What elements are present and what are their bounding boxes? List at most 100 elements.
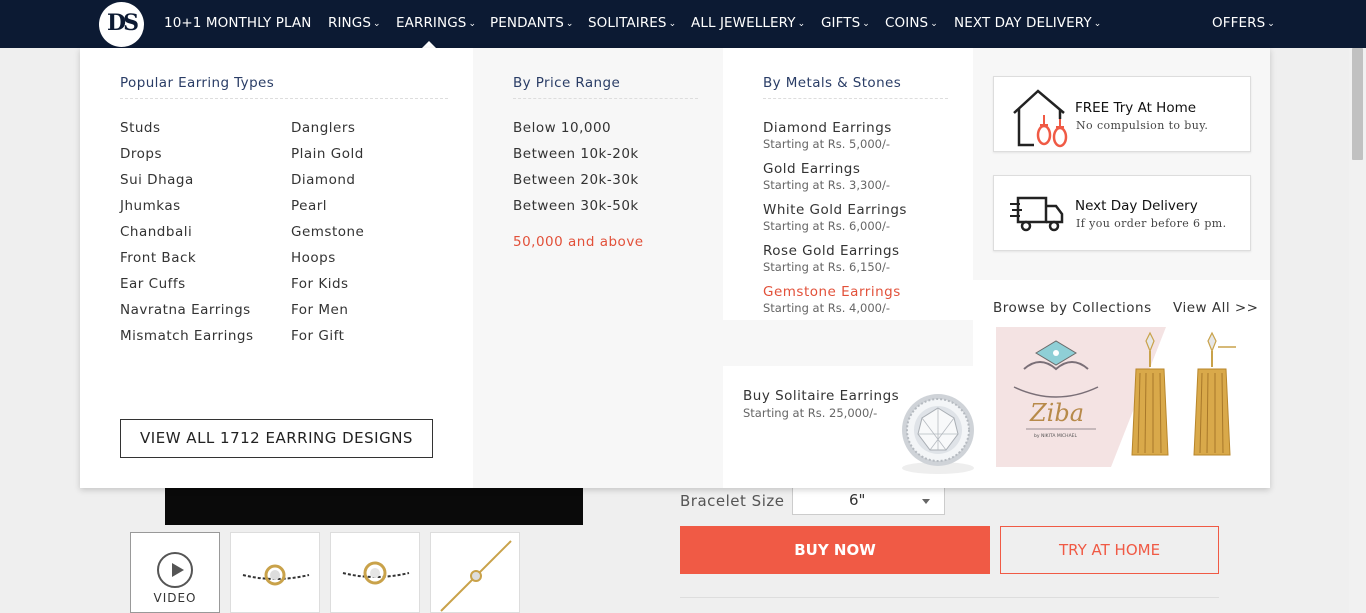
ziba-collection-banner[interactable]: Ziba by NIKITA MICHAEL (996, 327, 1246, 467)
brand-logo[interactable]: DS (99, 2, 144, 47)
earring-type-link[interactable]: Danglers (291, 120, 355, 136)
metal-link[interactable]: Diamond Earrings (763, 120, 892, 136)
earring-type-link[interactable]: Gemstone (291, 224, 364, 240)
nav-label: 10+1 MONTHLY PLAN (164, 15, 312, 31)
product-thumbnail-2[interactable] (330, 532, 420, 613)
divider (680, 597, 1219, 598)
solitaire-gap-bg (723, 320, 973, 366)
collections-view-all-link[interactable]: View All >> (1173, 300, 1258, 316)
earring-type-link[interactable]: For Kids (291, 276, 349, 292)
product-video-area[interactable] (165, 488, 583, 525)
logo-text: DS (107, 10, 139, 36)
nav-monthly-plan[interactable]: 10+1 MONTHLY PLAN (164, 15, 311, 31)
metal-link[interactable]: White Gold Earrings (763, 202, 907, 218)
earring-type-link[interactable]: Diamond (291, 172, 355, 188)
earring-type-link[interactable]: Plain Gold (291, 146, 364, 162)
nav-label: PENDANTS (490, 15, 564, 31)
jhumka-earring-right (1193, 331, 1236, 456)
nav-label: EARRINGS (396, 15, 467, 31)
nav-gifts[interactable]: GIFTS ⌄ (821, 15, 870, 31)
nav-label: NEXT DAY DELIVERY (954, 15, 1092, 31)
price-column-bg (473, 48, 723, 488)
nav-pendants[interactable]: PENDANTS ⌄ (490, 15, 574, 31)
free-try-at-home-card[interactable]: FREE Try At Home No compulsion to buy. (993, 76, 1251, 152)
try-at-home-button[interactable]: TRY AT HOME (1000, 526, 1219, 574)
earring-type-link[interactable]: Studs (120, 120, 161, 136)
product-thumbnail-3[interactable] (430, 532, 520, 613)
chevron-down-icon: ⌄ (862, 19, 870, 29)
earring-type-link[interactable]: Ear Cuffs (120, 276, 186, 292)
bracelet-image (242, 564, 310, 586)
earring-type-link[interactable]: Hoops (291, 250, 336, 266)
metals-stones-heading: By Metals & Stones (763, 75, 902, 91)
chevron-down-icon: ⌄ (565, 19, 574, 29)
metal-link[interactable]: Rose Gold Earrings (763, 243, 900, 259)
chevron-down-icon (922, 499, 930, 504)
chevron-down-icon: ⌄ (1093, 19, 1102, 29)
metal-starting-price: Starting at Rs. 6,150/- (763, 260, 890, 274)
nav-label: COINS (885, 15, 929, 31)
earring-type-link[interactable]: Pearl (291, 198, 327, 214)
earring-type-link[interactable]: Mismatch Earrings (120, 328, 254, 344)
chevron-down-icon: ⌄ (930, 19, 938, 29)
earring-type-link[interactable]: Front Back (120, 250, 196, 266)
feature-title: FREE Try At Home (1075, 100, 1197, 116)
solitaire-title: Buy Solitaire Earrings (743, 388, 900, 404)
price-range-link[interactable]: Between 10k-20k (513, 146, 639, 162)
metal-starting-price: Starting at Rs. 4,000/- (763, 301, 890, 315)
nav-label: RINGS (328, 15, 371, 31)
feature-title: Next Day Delivery (1075, 198, 1198, 214)
bracelet-size-label: Bracelet Size (680, 492, 785, 510)
earring-type-link[interactable]: For Men (291, 302, 348, 318)
earring-type-link[interactable]: Navratna Earrings (120, 302, 251, 318)
video-thumbnail[interactable]: VIDEO (130, 532, 220, 613)
bracelet-image (342, 561, 410, 585)
earring-type-link[interactable]: Chandbali (120, 224, 192, 240)
earring-type-link[interactable]: Jhumkas (120, 198, 181, 214)
price-range-heading: By Price Range (513, 75, 621, 91)
buy-now-button[interactable]: BUY NOW (680, 526, 990, 574)
view-all-earrings-button[interactable]: VIEW ALL 1712 EARRING DESIGNS (120, 419, 433, 458)
price-range-link[interactable]: Between 30k-50k (513, 198, 639, 214)
nav-solitaires[interactable]: SOLITAIRES ⌄ (588, 15, 676, 31)
nav-label: OFFERS (1212, 15, 1266, 31)
price-range-link[interactable]: Below 10,000 (513, 120, 611, 136)
nav-label: SOLITAIRES (588, 15, 667, 31)
nav-rings[interactable]: RINGS ⌄ (328, 15, 381, 31)
price-range-link-highlighted[interactable]: 50,000 and above (513, 234, 644, 250)
chevron-down-icon: ⌄ (797, 19, 806, 29)
feature-subtitle: No compulsion to buy. (1076, 119, 1209, 132)
chevron-down-icon: ⌄ (468, 19, 477, 29)
nav-offers[interactable]: OFFERS ⌄ (1212, 15, 1275, 31)
page-scrollbar[interactable] (1349, 48, 1366, 613)
nav-earrings[interactable]: EARRINGS ⌄ (396, 15, 476, 31)
product-thumbnail-1[interactable] (230, 532, 320, 613)
nav-all-jewellery[interactable]: ALL JEWELLERY ⌄ (691, 15, 805, 31)
metal-link-highlighted[interactable]: Gemstone Earrings (763, 284, 901, 300)
nav-coins[interactable]: COINS ⌄ (885, 15, 938, 31)
collection-subtitle: by NIKITA MICHAEL (1034, 433, 1077, 439)
top-navigation: DS 10+1 MONTHLY PLAN RINGS ⌄ EARRINGS ⌄ PE… (0, 0, 1366, 48)
metal-starting-price: Starting at Rs. 6,000/- (763, 219, 890, 233)
bracelet-size-select[interactable]: 6" (792, 485, 945, 515)
solitaire-diamond-image (902, 394, 974, 474)
earring-type-link[interactable]: Drops (120, 146, 162, 162)
divider (513, 98, 698, 99)
scrollbar-thumb[interactable] (1352, 48, 1363, 160)
collection-name: Ziba (1029, 399, 1084, 427)
nav-next-day-delivery[interactable]: NEXT DAY DELIVERY ⌄ (954, 15, 1101, 31)
feature-subtitle: If you order before 6 pm. (1076, 217, 1227, 230)
metal-starting-price: Starting at Rs. 5,000/- (763, 137, 890, 151)
next-day-delivery-card[interactable]: Next Day Delivery If you order before 6 … (993, 175, 1251, 251)
nav-label: ALL JEWELLERY (691, 15, 796, 31)
price-range-link[interactable]: Between 20k-30k (513, 172, 639, 188)
earring-types-heading: Popular Earring Types (120, 75, 275, 91)
nav-label: GIFTS (821, 15, 861, 31)
play-icon (157, 552, 193, 588)
active-nav-caret (422, 41, 436, 48)
chevron-down-icon: ⌄ (668, 19, 677, 29)
earring-type-link[interactable]: Sui Dhaga (120, 172, 194, 188)
metal-link[interactable]: Gold Earrings (763, 161, 860, 177)
bracelet-image (440, 540, 512, 612)
earring-type-link[interactable]: For Gift (291, 328, 344, 344)
